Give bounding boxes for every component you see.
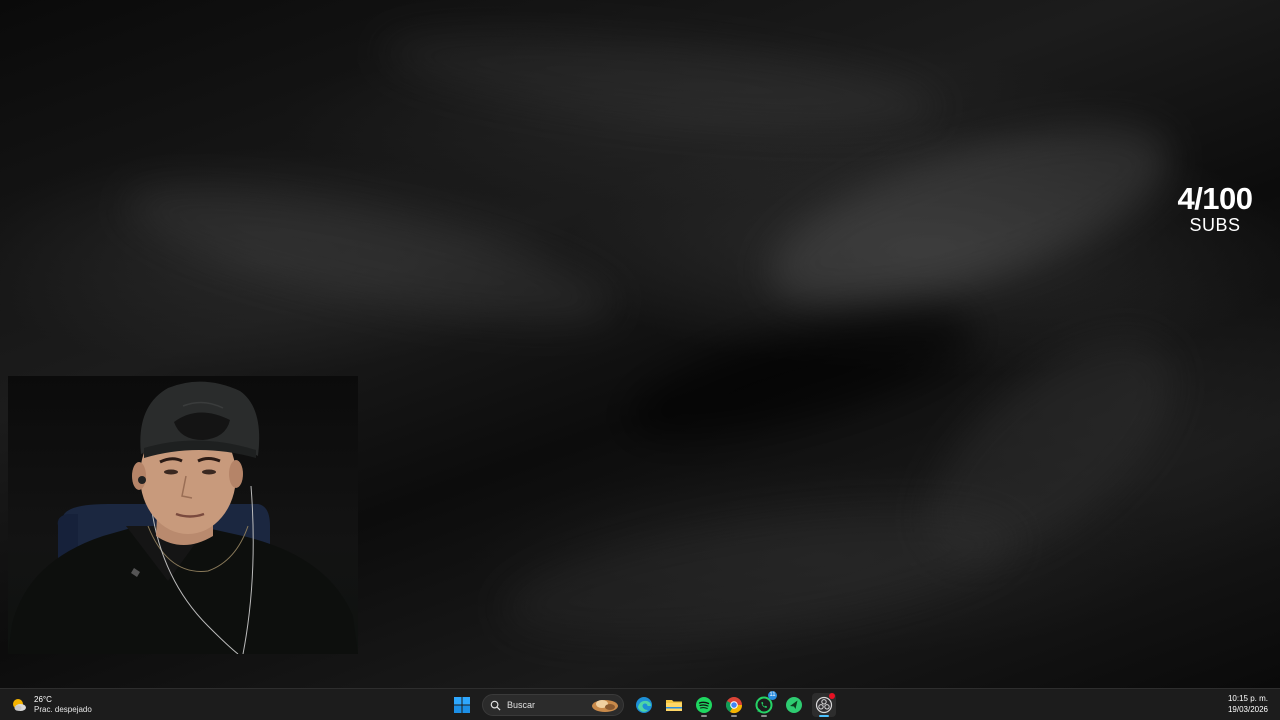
subs-label: SUBS — [1189, 215, 1241, 235]
weather-widget[interactable]: 26°C Prac. despejado — [10, 692, 92, 718]
webcam-feed — [8, 376, 358, 654]
spotify-icon — [696, 697, 712, 713]
taskbar: 26°C Prac. despejado Buscar 11 10:15 p. … — [0, 688, 1280, 720]
system-clock[interactable]: 10:15 p. m. 19/03/2026 — [1228, 693, 1268, 715]
desktop: 4/100 SUBS 26°C Prac. despejado Buscar 1… — [0, 0, 1280, 720]
running-indicator — [761, 715, 767, 717]
partly-sunny-icon — [13, 699, 26, 711]
running-indicator — [731, 715, 737, 717]
wallpaper-fold — [750, 88, 1190, 342]
running-indicator — [701, 715, 707, 717]
folder-icon — [666, 700, 682, 711]
chrome-icon — [725, 697, 743, 714]
recording-indicator — [829, 693, 835, 699]
wallpaper-fold — [377, 10, 943, 150]
search-input[interactable]: Buscar — [482, 694, 624, 716]
subs-count: 4/100 — [1177, 181, 1253, 216]
subscriber-counter: 4/100 SUBS — [1160, 181, 1270, 235]
clock-time: 10:15 p. m. — [1227, 694, 1268, 703]
webcam-person-illustration — [8, 381, 358, 654]
taskbar-app-spotify[interactable] — [692, 693, 716, 717]
search-highlight-icon — [592, 700, 618, 712]
wallpaper-fold — [890, 299, 1210, 601]
taskbar-app-obs[interactable] — [812, 693, 836, 717]
taskbar-app-edge[interactable] — [632, 693, 656, 717]
wallpaper-shadow — [614, 284, 986, 466]
weather-text: 26°C Prac. despejado — [34, 695, 92, 715]
windows-start-icon — [454, 697, 470, 713]
green-arrow-icon — [786, 697, 802, 713]
whatsapp-badge: 11 — [768, 691, 777, 700]
wallpaper-fold — [494, 484, 1026, 666]
weather-condition: Prac. despejado — [34, 705, 92, 714]
running-indicator — [819, 715, 829, 717]
taskbar-app-green-arrow[interactable] — [782, 693, 806, 717]
search-icon — [490, 700, 501, 711]
taskbar-center: Buscar 11 — [450, 691, 836, 718]
taskbar-app-chrome[interactable] — [722, 693, 746, 717]
taskbar-app-file-explorer[interactable] — [662, 693, 686, 717]
taskbar-app-whatsapp[interactable]: 11 — [752, 691, 777, 717]
clock-date: 19/03/2026 — [1227, 705, 1268, 714]
weather-temperature: 26°C — [34, 695, 52, 704]
wallpaper-fold — [116, 159, 624, 351]
search-placeholder: Buscar — [507, 700, 536, 710]
edge-icon — [636, 697, 652, 713]
start-button[interactable] — [450, 693, 474, 717]
